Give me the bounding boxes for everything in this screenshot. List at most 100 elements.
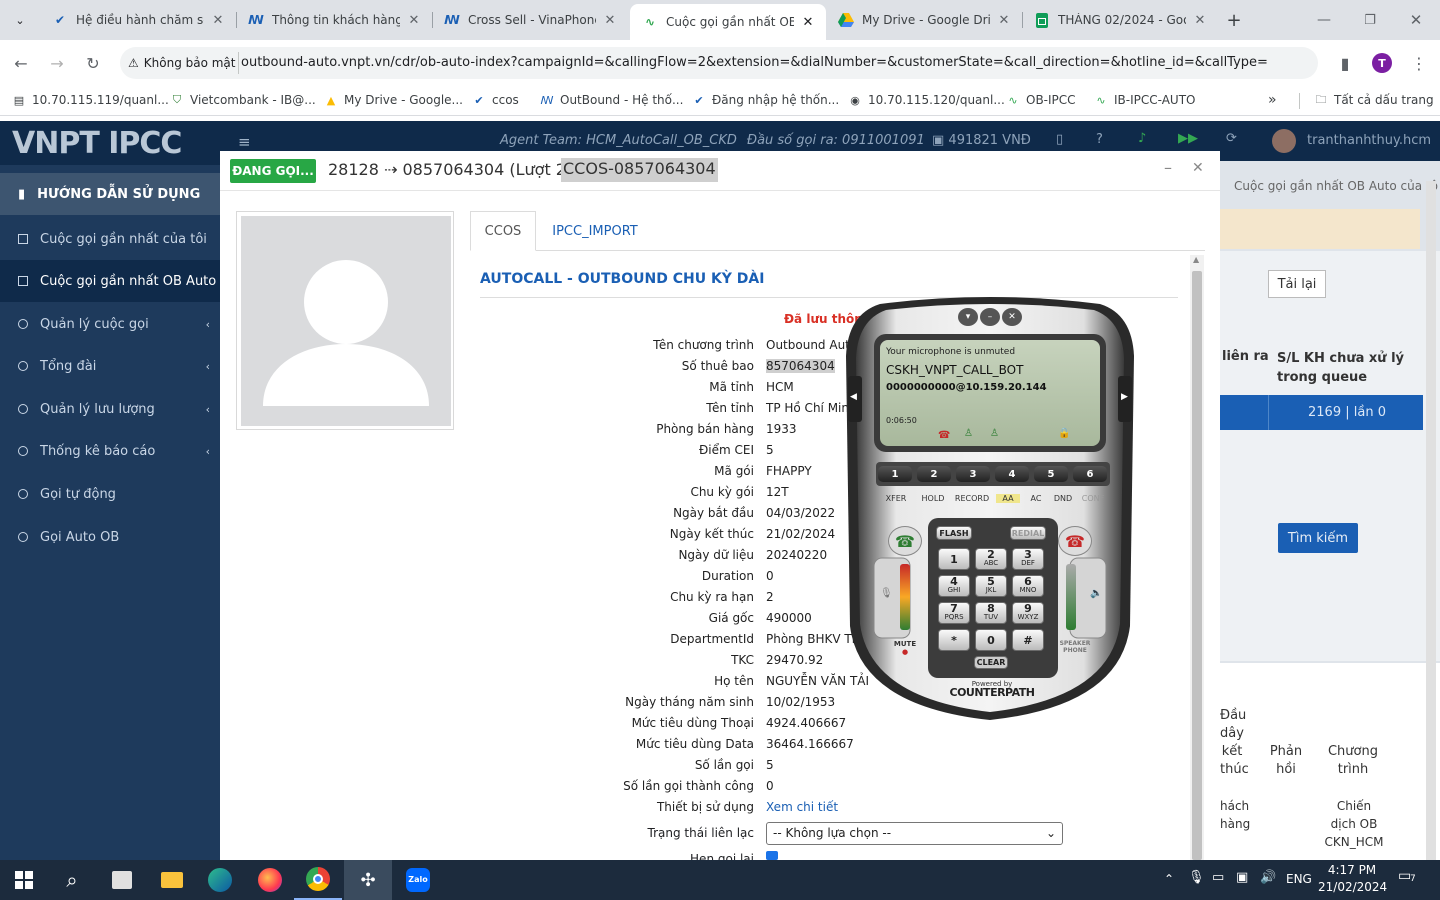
bookmark-item[interactable]: ✔ ccos (472, 86, 518, 114)
battery-icon[interactable]: ▣ (1236, 870, 1248, 885)
sidebar-item-recent-mine[interactable]: Cuộc gọi gần nhất của tôi (0, 218, 220, 260)
hamburger-icon[interactable]: ≡ (238, 133, 251, 151)
clock-date[interactable]: 21/02/2024 (1318, 880, 1387, 894)
document-icon[interactable]: ▯ (1056, 132, 1063, 147)
left-arrow-icon[interactable]: ◀ (850, 392, 857, 402)
username[interactable]: tranthanhthuy.hcm (1307, 133, 1431, 148)
clear-button[interactable]: CLEAR (974, 656, 1008, 669)
network-icon[interactable]: ▭ (1212, 870, 1224, 885)
more-bookmarks-icon[interactable]: » (1268, 86, 1277, 114)
tab-cuoc-goi-ob[interactable]: ∿ Cuộc gọi gần nhất OB A ✕ (630, 4, 826, 40)
device-detail-link[interactable]: Xem chi tiết (766, 800, 838, 814)
conf-button[interactable]: CONF (1078, 494, 1108, 503)
sidebar-item-switchboard[interactable]: Tổng đài ‹ (0, 345, 220, 387)
microphone-icon[interactable]: 🎙 (1188, 870, 1205, 885)
menu-kebab-icon[interactable]: ⋮ (1406, 50, 1432, 76)
close-tab-icon[interactable]: ✕ (406, 13, 422, 28)
tab-cross-sell[interactable]: ꟿ Cross Sell - VinaPhone ✕ (432, 0, 628, 40)
user-avatar[interactable] (1272, 129, 1296, 153)
line-5-button[interactable]: 5 (1034, 466, 1068, 482)
refresh-icon[interactable]: ⟳ (1226, 131, 1237, 146)
back-icon[interactable]: ← (8, 50, 34, 76)
record-button[interactable]: RECORD (952, 494, 992, 503)
keypad-key[interactable]: 3 DEF (1012, 548, 1044, 570)
bell-icon[interactable]: ♪ (1138, 131, 1146, 146)
flash-button[interactable]: FLASH (936, 526, 972, 540)
start-button[interactable] (0, 860, 48, 900)
chrome-icon[interactable] (294, 860, 342, 900)
volume-icon[interactable]: 🔊 (1260, 870, 1276, 885)
ac-button[interactable]: AC (1024, 494, 1048, 503)
profile-avatar[interactable]: T (1372, 53, 1392, 73)
redial-button[interactable]: REDIAL (1010, 526, 1046, 540)
bookmark-item[interactable]: ◉ 10.70.115.120/quanl... (848, 86, 1005, 114)
bookmark-item[interactable]: ∿ IB-IPCC-AUTO (1094, 86, 1195, 114)
keypad-key[interactable]: 7 PQRS (938, 602, 970, 624)
notification-icon[interactable]: ▭ 7 (1398, 868, 1422, 890)
sidebar-item-call-management[interactable]: Quản lý cuộc gọi ‹ (0, 303, 220, 345)
keypad-key[interactable]: * (938, 629, 970, 651)
search-icon[interactable]: ⌕ (48, 860, 96, 900)
tab-my-drive[interactable]: My Drive - Google Drive ✕ (826, 0, 1022, 40)
close-tab-icon[interactable]: ✕ (210, 13, 226, 28)
forward-icon[interactable]: → (44, 50, 70, 76)
tab-ccos[interactable]: CCOS (470, 211, 536, 251)
callback-checkbox[interactable] (766, 851, 778, 860)
line-4-button[interactable]: 4 (995, 466, 1029, 482)
aa-button[interactable]: AA (996, 494, 1020, 503)
reload-icon[interactable]: ↻ (80, 50, 106, 76)
sidebar-guide[interactable]: ▮ HƯỚNG DẪN SỬ DỤNG (0, 173, 220, 215)
line-3-button[interactable]: 3 (956, 466, 990, 482)
keypad-key[interactable]: 1 (938, 548, 970, 570)
tab-he-dieu-hanh[interactable]: ✔ Hệ điều hành chăm sóc ✕ (40, 0, 236, 40)
url-text[interactable]: outbound-auto.vnpt.vn/cdr/ob-auto-index?… (241, 53, 1291, 73)
keypad-key[interactable]: 5 JKL (975, 575, 1007, 597)
bookmark-item[interactable]: ✔ Đăng nhập hệ thốn... (692, 86, 839, 114)
speakerphone-button[interactable]: SPEAKER PHONE (1054, 640, 1096, 666)
close-modal-icon[interactable]: ✕ (1192, 160, 1204, 176)
search-button[interactable]: Tìm kiếm (1278, 523, 1358, 553)
sidebar-item-auto-ob[interactable]: Gọi Auto OB (0, 516, 220, 558)
keypad-key[interactable]: 2 ABC (975, 548, 1007, 570)
chevron-up-icon[interactable]: ⌃ (1164, 872, 1174, 886)
all-bookmarks[interactable]: 🗀 Tất cả dấu trang (1314, 86, 1434, 114)
xfer-button[interactable]: XFER (880, 494, 912, 503)
help-icon[interactable]: ? (1096, 132, 1103, 147)
mute-button[interactable]: MUTE ● (886, 640, 924, 664)
dnd-button[interactable]: DND (1050, 494, 1076, 503)
collapse-icon[interactable]: ▾ (958, 308, 978, 326)
edge-icon[interactable] (196, 860, 244, 900)
sidebar-item-autodial[interactable]: Gọi tự động (0, 473, 220, 515)
keypad-key[interactable]: 6 MNO (1012, 575, 1044, 597)
keypad-key[interactable]: 0 (975, 629, 1007, 651)
close-window-icon[interactable]: ✕ (1404, 8, 1428, 32)
file-explorer-icon[interactable] (148, 860, 196, 900)
close-tab-icon[interactable]: ✕ (602, 13, 618, 28)
new-tab-icon[interactable]: + (1222, 8, 1246, 32)
close-icon[interactable]: ✕ (1002, 308, 1022, 326)
bookmark-item[interactable]: ∿ OB-IPCC (1006, 86, 1075, 114)
keypad-key[interactable]: 4 GHI (938, 575, 970, 597)
bookmark-item[interactable]: ▤ 10.70.115.119/quanl... (12, 86, 169, 114)
keypad-key[interactable]: 8 TUV (975, 602, 1007, 624)
security-chip[interactable]: ⚠ Không bảo mật (128, 53, 236, 73)
right-arrow-icon[interactable]: ▶ (1121, 392, 1128, 402)
close-tab-icon[interactable]: ✕ (1192, 13, 1208, 28)
tab-search-icon[interactable]: ⌄ (8, 8, 32, 32)
tab-thong-tin-khach-hang[interactable]: ꟿ Thông tin khách hàng ✕ (236, 0, 432, 40)
minimize-icon[interactable]: — (1312, 8, 1336, 32)
omnibox[interactable]: ⚠ Không bảo mật outbound-auto.vnpt.vn/cd… (120, 47, 1318, 79)
minimize-modal-icon[interactable]: – (1164, 158, 1172, 177)
modal-scrollbar[interactable]: ▲ (1190, 255, 1204, 860)
language-indicator[interactable]: ENG (1286, 872, 1312, 886)
reload-button[interactable]: Tải lại (1268, 270, 1326, 298)
minimize-icon[interactable]: – (980, 308, 1000, 326)
app-icon[interactable] (98, 860, 146, 900)
sidebar-item-traffic[interactable]: Quản lý lưu lượng ‹ (0, 388, 220, 430)
restore-icon[interactable]: ❐ (1358, 8, 1382, 32)
line-6-button[interactable]: 6 (1073, 466, 1107, 482)
side-panel-icon[interactable]: ▮ (1332, 50, 1358, 76)
line-2-button[interactable]: 2 (917, 466, 951, 482)
keypad-key[interactable]: # (1012, 629, 1044, 651)
hold-button[interactable]: HOLD (916, 494, 950, 503)
